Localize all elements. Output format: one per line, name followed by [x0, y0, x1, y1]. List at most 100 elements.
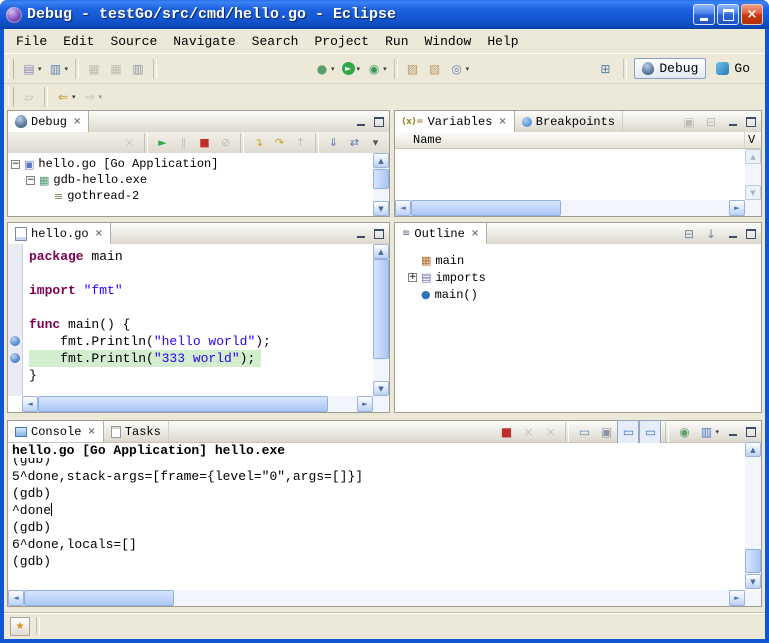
- open-type-icon[interactable]: ▧: [424, 57, 446, 81]
- close-icon[interactable]: [87, 426, 95, 437]
- maximize-view-button[interactable]: [743, 227, 758, 240]
- terminate-icon[interactable]: ■: [194, 133, 215, 153]
- sort-icon[interactable]: ↓: [700, 222, 722, 246]
- open-perspective-button[interactable]: ⊞: [594, 57, 616, 81]
- scrollbar-thumb[interactable]: [411, 200, 561, 216]
- scroll-up-icon[interactable]: [373, 153, 389, 168]
- restore-button[interactable]: [717, 4, 739, 25]
- view-menu-icon[interactable]: ▾: [365, 133, 386, 153]
- collapse-icon[interactable]: −: [26, 176, 35, 185]
- clear-console-icon[interactable]: ▭: [573, 420, 595, 444]
- editor-gutter[interactable]: [8, 244, 23, 396]
- menu-help[interactable]: Help: [479, 31, 526, 52]
- menu-file[interactable]: File: [8, 31, 55, 52]
- breakpoint-icon[interactable]: [10, 336, 20, 346]
- minimize-view-button[interactable]: [725, 227, 740, 240]
- toolbar-grip[interactable]: [8, 59, 14, 79]
- fast-view-icon[interactable]: [10, 617, 30, 636]
- menu-source[interactable]: Source: [102, 31, 165, 52]
- scroll-right-icon[interactable]: [357, 396, 373, 412]
- open-plugin-artifact-icon[interactable]: ▨: [402, 57, 424, 81]
- column-name[interactable]: Name: [395, 132, 745, 148]
- save-icon[interactable]: ▦: [83, 57, 105, 81]
- remove-all-terminated-icon[interactable]: ×: [119, 133, 140, 153]
- code-area[interactable]: package main import "fmt" func main() { …: [23, 244, 373, 396]
- close-icon[interactable]: [498, 116, 506, 127]
- menu-run[interactable]: Run: [377, 31, 416, 52]
- resume-icon[interactable]: ►: [152, 133, 173, 153]
- code-line[interactable]: }: [29, 367, 373, 384]
- remove-launch-icon[interactable]: ×: [517, 420, 539, 444]
- maximize-view-button[interactable]: [743, 115, 758, 128]
- collapse-all-icon[interactable]: ⊟: [678, 222, 700, 246]
- code-line[interactable]: package main: [29, 248, 373, 265]
- disconnect-icon[interactable]: ⊘: [215, 133, 236, 153]
- terminate-icon[interactable]: ■: [495, 420, 517, 444]
- tab-outline[interactable]: Outline: [395, 223, 487, 244]
- console-vscrollbar[interactable]: [745, 442, 761, 589]
- variables-hscrollbar[interactable]: [395, 200, 745, 216]
- perspective-debug[interactable]: Debug: [634, 58, 706, 79]
- menu-window[interactable]: Window: [417, 31, 480, 52]
- code-line[interactable]: import "fmt": [29, 282, 373, 299]
- external-tools-icon[interactable]: ◉▾: [363, 57, 390, 81]
- debug-launch-icon[interactable]: ●▾: [311, 57, 338, 81]
- code-line[interactable]: fmt.Println("hello world");: [29, 333, 373, 350]
- tab-breakpoints[interactable]: Breakpoints: [515, 111, 623, 132]
- last-edit-location-icon[interactable]: ▱: [18, 85, 40, 109]
- scroll-left-icon[interactable]: [395, 200, 411, 216]
- display-selected-console-icon[interactable]: ▭: [617, 420, 639, 444]
- collapse-icon[interactable]: −: [11, 160, 20, 169]
- scroll-down-icon[interactable]: [745, 574, 761, 589]
- tree-item-main[interactable]: −▦main: [405, 252, 761, 269]
- scroll-right-icon[interactable]: [729, 590, 745, 606]
- code-line[interactable]: [29, 265, 373, 282]
- tab-tasks[interactable]: Tasks: [104, 421, 169, 442]
- console-output[interactable]: (gdb)5^done,stack-args=[frame={level="0"…: [9, 458, 744, 589]
- tree-item-hello-go-go-application[interactable]: −▣hello.go [Go Application]: [8, 156, 373, 172]
- toolbar-grip[interactable]: [8, 87, 14, 107]
- close-icon[interactable]: [471, 228, 479, 239]
- column-value[interactable]: V: [745, 132, 761, 148]
- save-all-icon[interactable]: ▦: [105, 57, 127, 81]
- debug-tree-scrollbar[interactable]: [373, 153, 389, 216]
- scrollbar-thumb[interactable]: [373, 259, 389, 359]
- forward-icon[interactable]: ⇒▾: [79, 85, 106, 109]
- scroll-down-icon[interactable]: [745, 185, 761, 200]
- scrollbar-thumb[interactable]: [373, 169, 389, 189]
- scrollbar-thumb[interactable]: [38, 396, 328, 412]
- tree-item-main[interactable]: −●main(): [405, 286, 761, 303]
- tree-item-gdb-hello-exe[interactable]: −▦gdb-hello.exe: [8, 172, 373, 188]
- scrollbar-thumb[interactable]: [745, 549, 761, 573]
- new-go-file-icon[interactable]: ▥▾: [45, 57, 72, 81]
- search-icon[interactable]: ◎▾: [446, 57, 473, 81]
- instruction-pointer-icon[interactable]: [10, 353, 20, 363]
- scroll-down-icon[interactable]: [373, 201, 389, 216]
- close-icon[interactable]: [95, 228, 103, 239]
- console-hscrollbar[interactable]: [8, 590, 745, 606]
- open-console-icon[interactable]: ▥▾: [695, 420, 722, 444]
- menu-navigate[interactable]: Navigate: [165, 31, 243, 52]
- tab-debug[interactable]: Debug: [8, 111, 89, 132]
- print-icon[interactable]: ▥: [127, 57, 149, 81]
- show-console-on-output-icon[interactable]: ▭: [639, 420, 661, 444]
- minimize-button[interactable]: [693, 4, 715, 25]
- scroll-down-icon[interactable]: [373, 381, 389, 396]
- menu-search[interactable]: Search: [244, 31, 307, 52]
- minimize-view-button[interactable]: [725, 115, 740, 128]
- scroll-left-icon[interactable]: [8, 590, 24, 606]
- code-line[interactable]: func main() {: [29, 316, 373, 333]
- scrollbar-thumb[interactable]: [24, 590, 174, 606]
- step-into-icon[interactable]: ↴: [248, 133, 269, 153]
- scroll-up-icon[interactable]: [373, 244, 389, 259]
- minimize-view-button[interactable]: [353, 115, 368, 128]
- tab-hello-go[interactable]: hello.go: [8, 223, 111, 244]
- show-type-names-icon[interactable]: ▣: [678, 110, 700, 134]
- remove-all-launches-icon[interactable]: ×: [539, 420, 561, 444]
- tree-item-imports[interactable]: +▤imports: [405, 269, 761, 286]
- step-return-icon[interactable]: ↑: [290, 133, 311, 153]
- maximize-view-button[interactable]: [371, 115, 386, 128]
- scroll-up-icon[interactable]: [745, 442, 761, 457]
- tab-variables[interactable]: (x)= Variables: [395, 111, 515, 132]
- variables-vscrollbar[interactable]: [745, 149, 761, 200]
